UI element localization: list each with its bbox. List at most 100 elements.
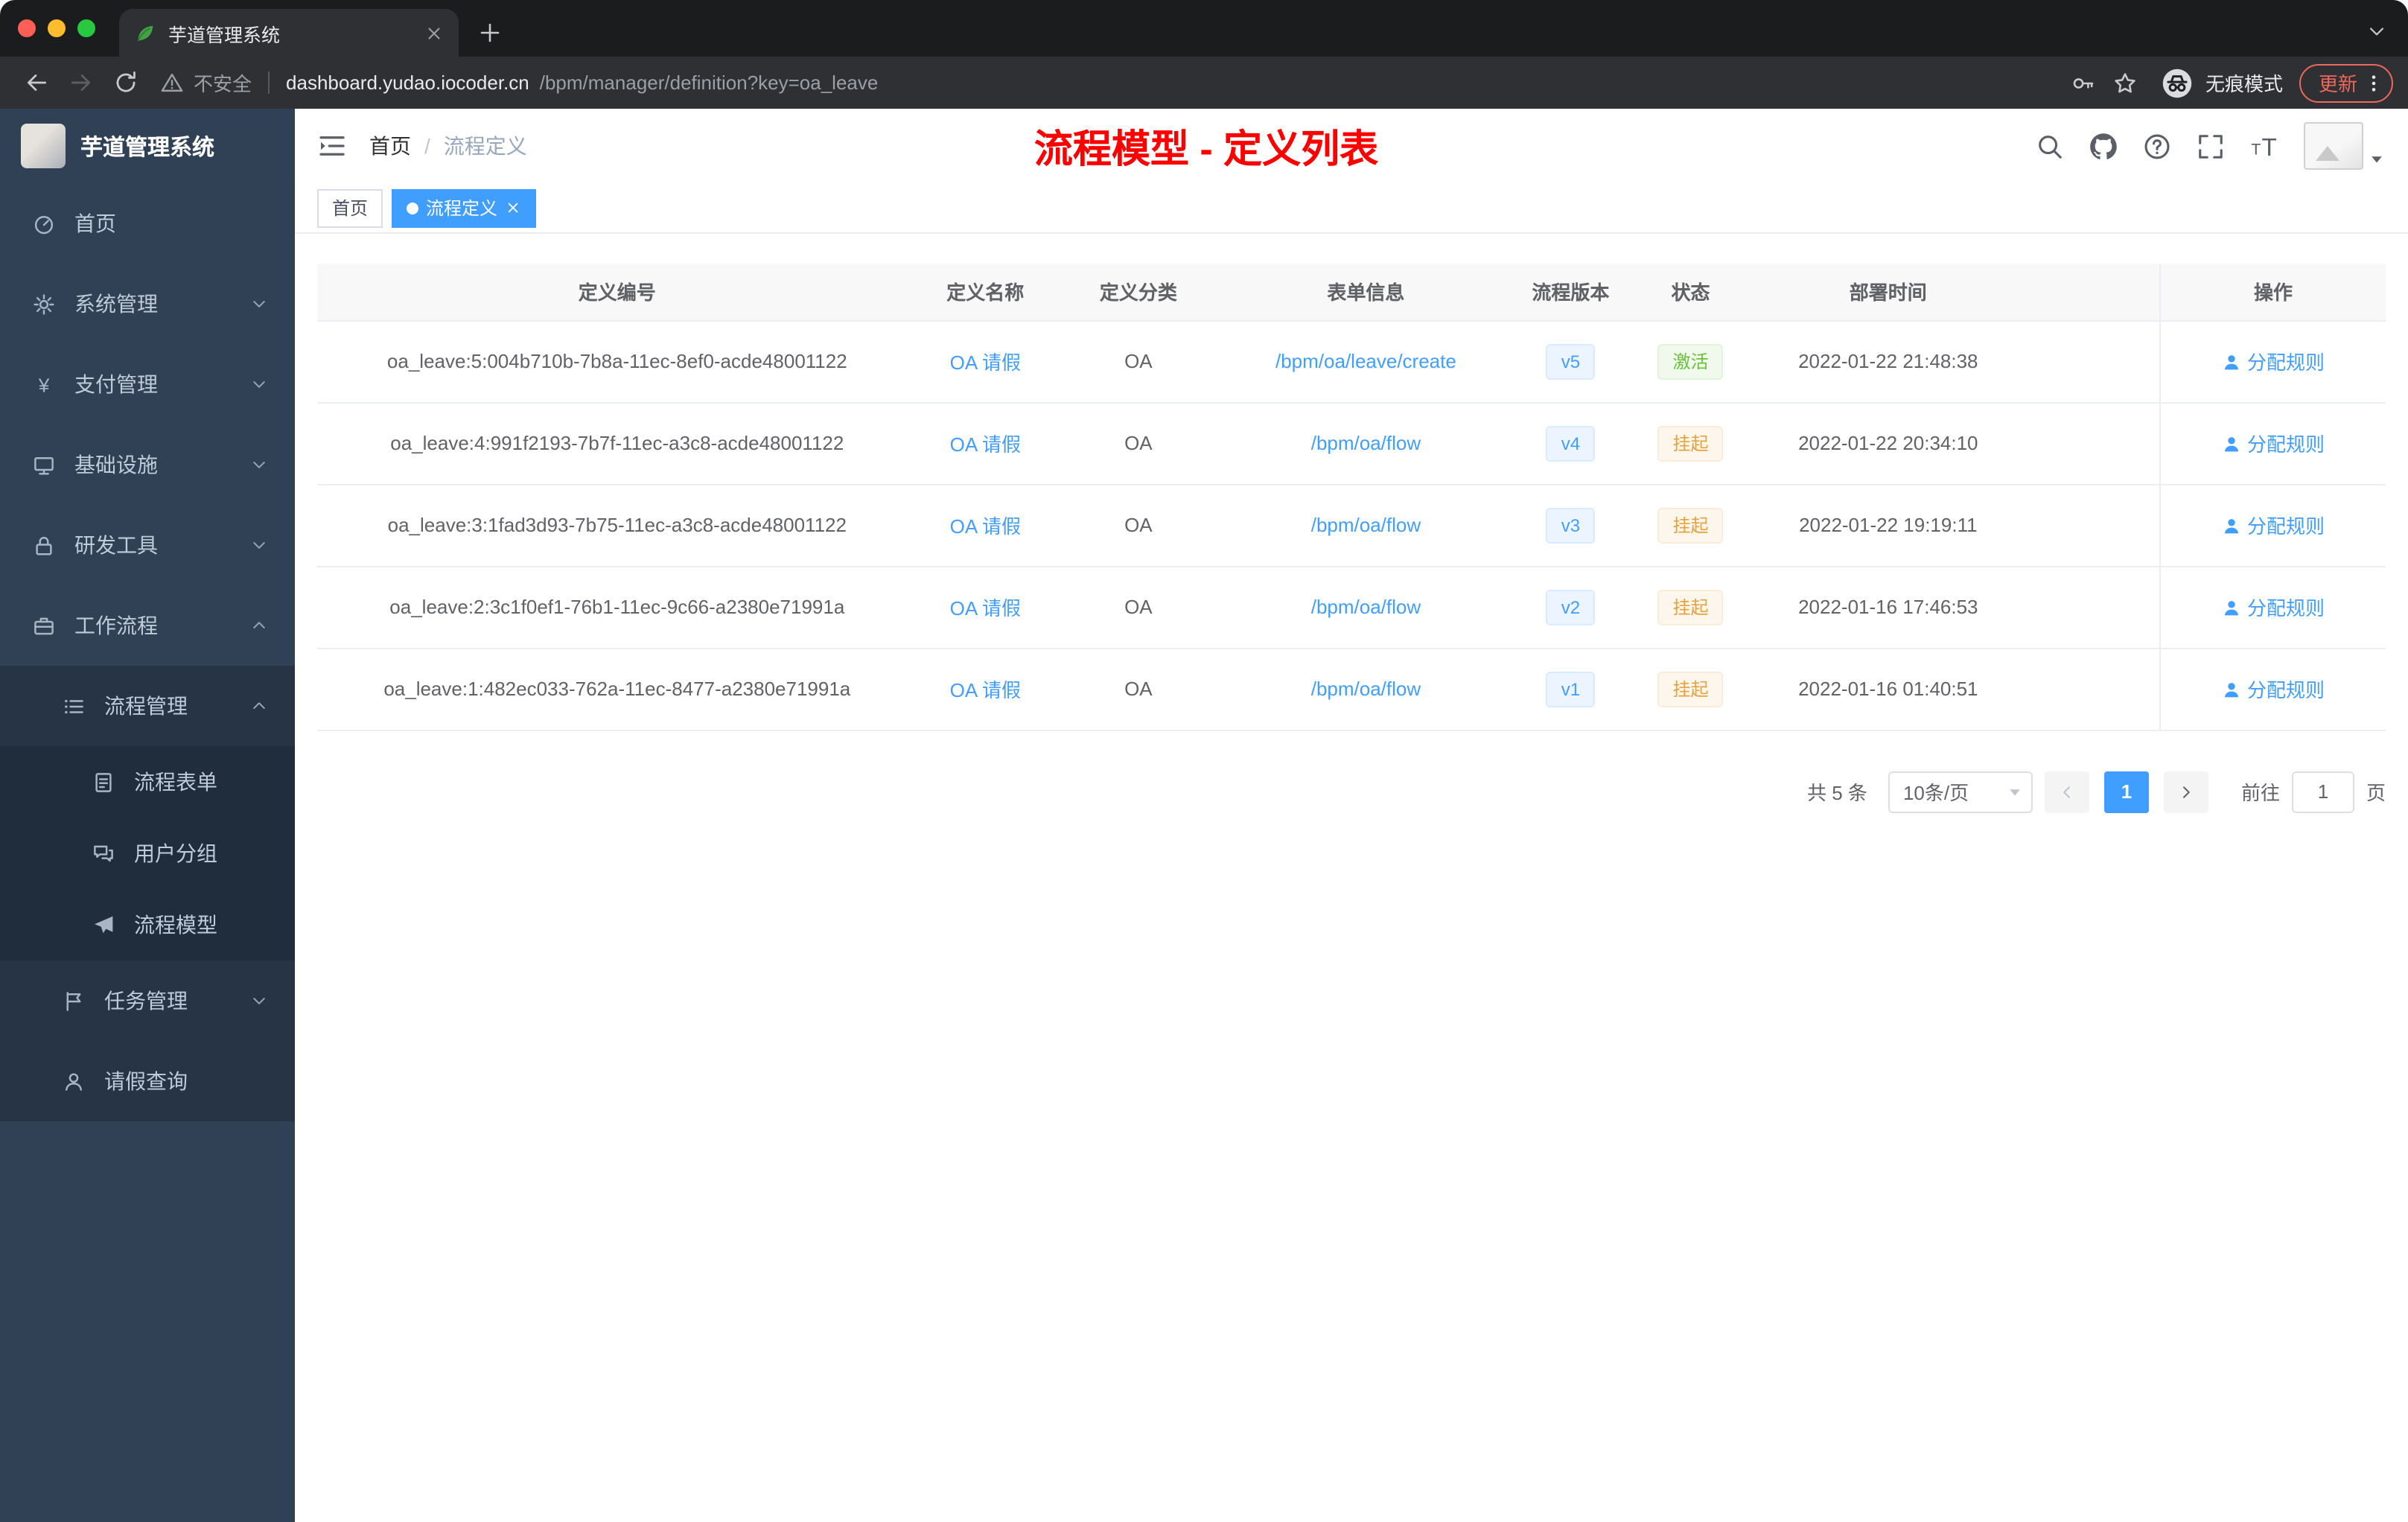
url-path: /bpm/manager/definition?key=oa_leave xyxy=(539,71,879,94)
window-close-button[interactable] xyxy=(18,19,36,37)
app-logo: 芋道管理系统 xyxy=(0,109,295,183)
definition-id-cell: oa_leave:2:3c1f0ef1-76b1-11ec-9c66-a2380… xyxy=(317,566,917,649)
deploy-time-cell: 2022-01-16 17:46:53 xyxy=(1748,566,2028,649)
monitor-icon xyxy=(33,453,55,476)
sidebar-item-process-model[interactable]: 流程模型 xyxy=(0,889,295,961)
sidebar-item-process-management[interactable]: 流程管理 xyxy=(0,666,295,746)
github-icon[interactable] xyxy=(2089,132,2118,160)
browser-tab[interactable]: 芋道管理系统 xyxy=(119,9,459,57)
assign-rule-link[interactable]: 分配规则 xyxy=(2222,597,2325,620)
definition-category-cell: OA xyxy=(1053,484,1223,567)
bookmark-star-icon[interactable] xyxy=(2106,63,2144,102)
form-info-link[interactable]: /bpm/oa/flow xyxy=(1311,514,1421,536)
assign-rule-link[interactable]: 分配规则 xyxy=(2222,679,2325,701)
window-zoom-button[interactable] xyxy=(77,19,95,37)
search-icon[interactable] xyxy=(2036,132,2064,160)
help-icon[interactable] xyxy=(2143,132,2171,160)
sidebar-item-infrastructure[interactable]: 基础设施 xyxy=(0,424,295,505)
spacer-cell xyxy=(2028,402,2161,485)
main-area: 首页 / 流程定义 流程模型 - 定义列表 TT 首页 流程定义 定义编号 定义… xyxy=(295,109,2408,1522)
definition-name-link[interactable]: OA 请假 xyxy=(950,679,1021,701)
browser-menu-icon[interactable] xyxy=(2362,71,2386,95)
assign-rule-link[interactable]: 分配规则 xyxy=(2222,433,2325,456)
assign-rule-link[interactable]: 分配规则 xyxy=(2222,515,2325,538)
definition-table: 定义编号 定义名称 定义分类 表单信息 流程版本 状态 部署时间 操作 oa_leave:5:… xyxy=(317,264,2386,730)
incognito-label: 无痕模式 xyxy=(2205,73,2283,95)
definition-name-link[interactable]: OA 请假 xyxy=(950,597,1021,620)
sidebar-item-workflow[interactable]: 工作流程 xyxy=(0,585,295,666)
definition-category-cell: OA xyxy=(1053,566,1223,649)
page-size-select[interactable]: 10条/页 xyxy=(1888,771,2033,812)
sidebar-item-user-group[interactable]: 用户分组 xyxy=(0,818,295,889)
url-separator xyxy=(268,71,270,94)
sidebar-toggle-icon[interactable] xyxy=(317,131,347,161)
active-tag-dot xyxy=(407,202,419,214)
tag-current[interactable]: 流程定义 xyxy=(392,188,537,227)
window-minimize-button[interactable] xyxy=(48,19,66,37)
total-count-label: 共 5 条 xyxy=(1807,782,1867,804)
tab-close-icon[interactable] xyxy=(424,23,444,42)
form-info-link[interactable]: /bpm/oa/leave/create xyxy=(1275,350,1456,372)
breadcrumb: 首页 / 流程定义 xyxy=(369,131,527,161)
workspace: 芋道管理系统 首页 系统管理 ¥ 支付管理 基础设施 研发工具 工作流程 流程管理 流程表单 用户… xyxy=(0,109,2408,1522)
sidebar-item-system-management[interactable]: 系统管理 xyxy=(0,264,295,344)
spacer-cell xyxy=(2028,566,2161,649)
user-avatar[interactable] xyxy=(2304,122,2386,170)
back-button[interactable] xyxy=(15,62,57,104)
form-info-link[interactable]: /bpm/oa/flow xyxy=(1311,432,1421,454)
avatar-caret-icon xyxy=(2368,150,2386,168)
flag-icon xyxy=(63,990,85,1012)
sidebar-item-task-management[interactable]: 任务管理 xyxy=(0,961,295,1041)
goto-page-input[interactable] xyxy=(2291,771,2354,812)
new-tab-button[interactable] xyxy=(478,21,502,45)
sidebar-item-payment-management[interactable]: ¥ 支付管理 xyxy=(0,344,295,424)
chevron-down-icon xyxy=(250,295,268,313)
tab-search-icon[interactable] xyxy=(2366,21,2387,42)
spacer-cell xyxy=(2028,484,2161,567)
user-icon xyxy=(2222,599,2241,618)
sidebar-item-leave-query[interactable]: 请假查询 xyxy=(0,1041,295,1121)
form-info-link[interactable]: /bpm/oa/flow xyxy=(1311,678,1421,700)
reload-button[interactable] xyxy=(104,62,146,104)
url-host: dashboard.yudao.iocoder.cn xyxy=(286,71,529,94)
sidebar-menu: 首页 系统管理 ¥ 支付管理 基础设施 研发工具 工作流程 流程管理 流程表单用户分组流程模型任… xyxy=(0,183,295,1121)
next-page-button[interactable] xyxy=(2163,771,2208,812)
key-icon[interactable] xyxy=(2064,63,2103,102)
form-info-link[interactable]: /bpm/oa/flow xyxy=(1311,596,1421,618)
page-number-button[interactable]: 1 xyxy=(2103,771,2149,812)
definition-id-cell: oa_leave:4:991f2193-7b7f-11ec-a3c8-acde4… xyxy=(317,402,917,485)
prev-page-button[interactable] xyxy=(2044,771,2089,812)
column-header: 定义分类 xyxy=(1053,264,1223,321)
svg-text:T: T xyxy=(2251,140,2261,158)
yen-icon: ¥ xyxy=(33,373,55,395)
tag-home[interactable]: 首页 xyxy=(317,188,383,227)
sidebar-item-dev-tools[interactable]: 研发工具 xyxy=(0,505,295,585)
sidebar-item-process-form[interactable]: 流程表单 xyxy=(0,746,295,818)
forward-button[interactable] xyxy=(60,62,101,104)
user-icon xyxy=(2222,353,2241,372)
not-secure-label: 不安全 xyxy=(194,73,252,95)
font-size-icon[interactable]: TT xyxy=(2250,132,2278,160)
definition-name-link[interactable]: OA 请假 xyxy=(950,351,1021,374)
address-bar[interactable]: 不安全 dashboard.yudao.iocoder.cn/bpm/manag… xyxy=(149,69,2061,97)
navbar-actions: TT xyxy=(2036,122,2386,170)
fullscreen-icon[interactable] xyxy=(2197,132,2225,160)
top-navbar: 首页 / 流程定义 流程模型 - 定义列表 TT xyxy=(295,109,2408,183)
sidebar-item-label: 用户分组 xyxy=(134,841,217,865)
version-badge: v1 xyxy=(1546,671,1596,707)
breadcrumb-current: 流程定义 xyxy=(443,134,527,158)
column-header: 部署时间 xyxy=(1748,264,2028,321)
breadcrumb-home[interactable]: 首页 xyxy=(369,131,411,161)
update-button[interactable]: 更新 xyxy=(2299,63,2393,102)
assign-rule-link[interactable]: 分配规则 xyxy=(2222,351,2325,374)
column-header: 状态 xyxy=(1632,264,1749,321)
table-row: oa_leave:1:482ec033-762a-11ec-8477-a2380… xyxy=(317,648,2386,730)
tag-close-icon[interactable] xyxy=(505,200,521,216)
table-row: oa_leave:5:004b710b-7b8a-11ec-8ef0-acde4… xyxy=(317,320,2386,403)
definition-name-link[interactable]: OA 请假 xyxy=(950,433,1021,456)
sidebar-item-home[interactable]: 首页 xyxy=(0,183,295,264)
definition-name-link[interactable]: OA 请假 xyxy=(950,515,1021,538)
status-badge: 挂起 xyxy=(1657,507,1724,543)
user-icon xyxy=(63,1070,85,1092)
briefcase-icon xyxy=(33,614,55,637)
